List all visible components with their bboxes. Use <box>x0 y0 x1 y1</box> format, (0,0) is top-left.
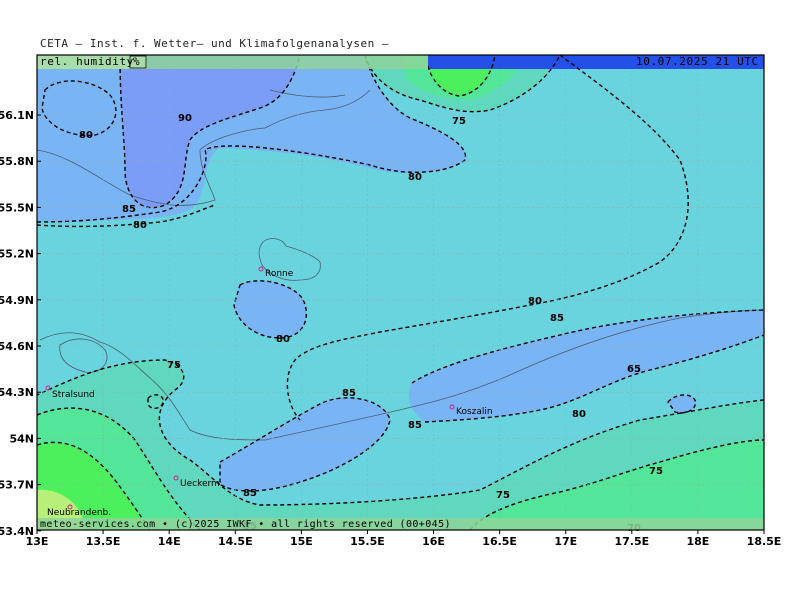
contour-label: 85 <box>243 488 257 499</box>
x-tick-label: 13.5E <box>86 535 121 548</box>
contour-label: 75 <box>649 466 663 477</box>
contour-label: 80 <box>79 130 93 141</box>
contour-label: 85 <box>342 388 356 399</box>
y-tick-label: 54.6N <box>0 340 34 353</box>
contour-label: 75 <box>496 490 510 501</box>
x-tick-label: 17.5E <box>614 535 649 548</box>
y-tick-label: 55.8N <box>0 155 34 168</box>
city-label-koszalin: Koszalin <box>456 407 493 417</box>
y-tick-label: 54.9N <box>0 294 34 307</box>
contour-label: 85 <box>408 420 422 431</box>
city-ronne: Ronne <box>258 266 294 279</box>
contour-label: 80 <box>133 220 147 231</box>
x-tick-label: 15.5E <box>350 535 385 548</box>
unit-label: % <box>133 55 140 68</box>
contour-label: 80 <box>528 296 542 307</box>
city-label-ronne: Ronne <box>265 269 294 279</box>
city-label-neubrandenburg: Neubrandenb. <box>47 508 111 518</box>
contour-label: 80 <box>408 172 422 183</box>
x-tick-label: 16.5E <box>482 535 517 548</box>
map-header: rel. humidity % 10.07.2025 21 UTC <box>37 55 764 69</box>
contour-label: 85 <box>550 313 564 324</box>
contour-label: 75 <box>167 360 181 371</box>
y-tick-label: 54.3N <box>0 386 34 399</box>
y-axis: 56.1N 55.8N 55.5N 55.2N 54.9N 54.6N 54.3N 54N 53… <box>0 109 41 538</box>
contour-label: 80 <box>572 409 586 420</box>
city-koszalin: Koszalin <box>449 404 493 417</box>
contour-label: 65 <box>627 364 641 375</box>
x-tick-label: 14.5E <box>218 535 253 548</box>
x-tick-label: 14E <box>158 535 181 548</box>
map-footer: meteo-services.com • (c)2025 IWKF • all … <box>37 518 764 530</box>
humidity-fill-layer <box>37 55 764 530</box>
x-axis: 13E 13.5E 14E 14.5E 15E 15.5E 16E 16.5E 17E 17.5E… <box>26 530 782 548</box>
y-tick-label: 53.4N <box>0 525 34 538</box>
humidity-map: Ronne Stralsund Koszalin Ueckerm. Neubra… <box>0 54 782 548</box>
parameter-label: rel. humidity <box>40 55 134 68</box>
y-tick-label: 55.2N <box>0 248 34 261</box>
city-label-ueckermuende: Ueckerm. <box>180 479 223 489</box>
city-label-stralsund: Stralsund <box>52 390 95 400</box>
x-tick-label: 15E <box>290 535 313 548</box>
x-tick-label: 17E <box>554 535 577 548</box>
y-tick-label: 55.5N <box>0 201 34 214</box>
x-tick-label: 18.5E <box>747 535 782 548</box>
y-tick-label: 56.1N <box>0 109 34 122</box>
valid-time-label: 10.07.2025 21 UTC <box>636 55 759 68</box>
contour-label: 80 <box>276 334 290 345</box>
y-tick-label: 53.7N <box>0 479 34 492</box>
x-tick-label: 16E <box>422 535 445 548</box>
y-tick-label: 54N <box>9 432 34 445</box>
contour-label: 85 <box>122 204 136 215</box>
contour-label: 75 <box>452 116 466 127</box>
credit-label: meteo-services.com • (c)2025 IWKF • all … <box>40 519 451 530</box>
x-tick-label: 18E <box>686 535 709 548</box>
contour-label: 90 <box>178 113 192 124</box>
